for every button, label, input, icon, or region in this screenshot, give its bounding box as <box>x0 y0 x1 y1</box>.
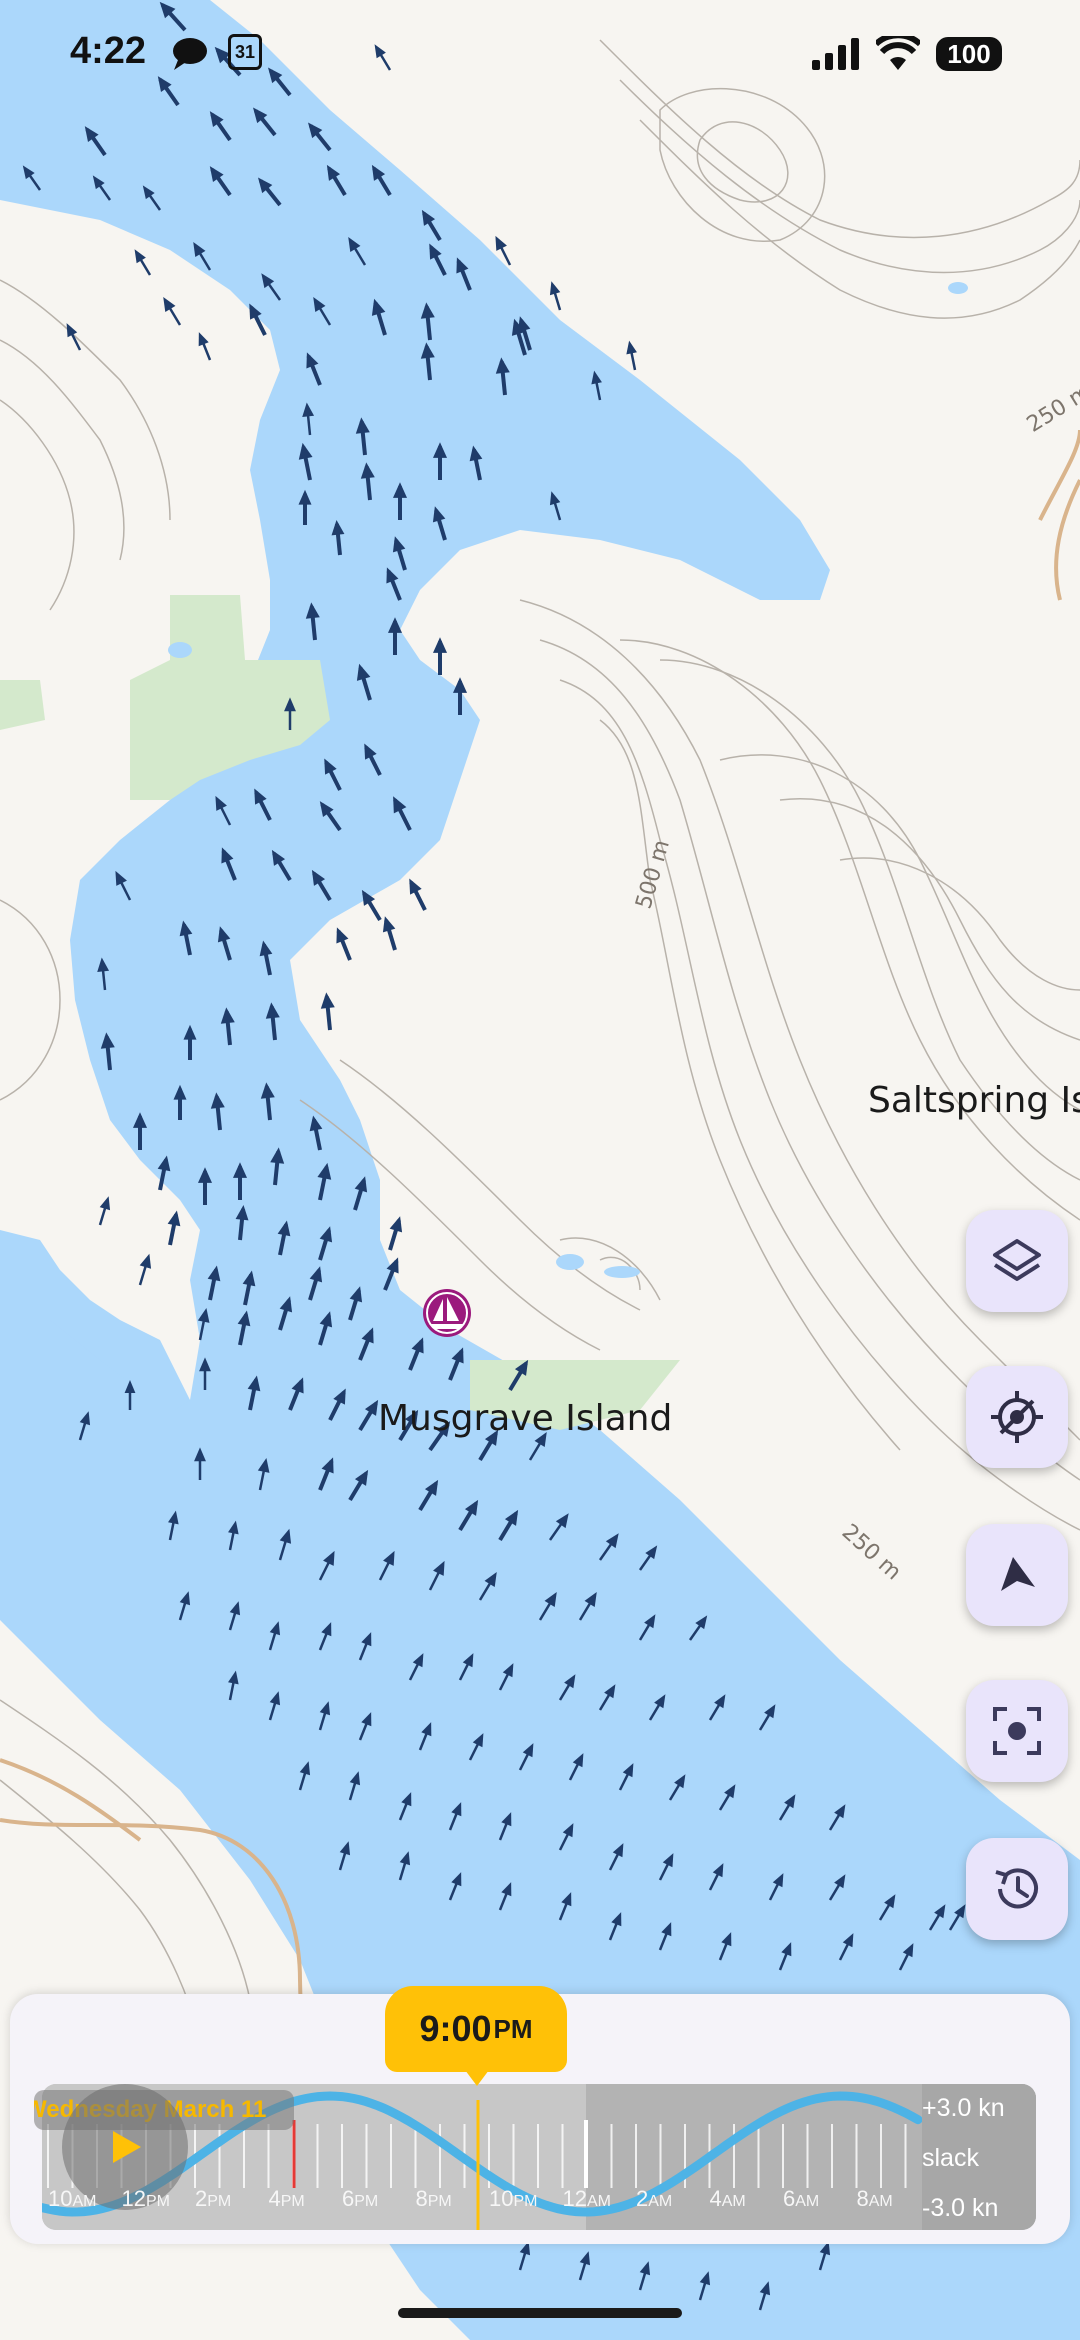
wifi-icon <box>876 36 920 70</box>
time-tick-label: 6AM <box>783 2186 820 2211</box>
time-tick-label: 10AM <box>48 2186 97 2211</box>
layers-button[interactable] <box>966 1210 1068 1312</box>
status-time: 4:22 <box>70 30 147 72</box>
battery-icon: 100 <box>936 37 1002 71</box>
screenshot-button[interactable] <box>966 1680 1068 1782</box>
time-tick-label: 12AM <box>562 2186 611 2211</box>
selected-time-pointer <box>465 2070 489 2086</box>
screenshot-icon <box>993 1707 1041 1755</box>
history-button[interactable] <box>966 1838 1068 1940</box>
scale-slack-label: slack <box>922 2144 979 2172</box>
time-tick-label: 8PM <box>415 2186 452 2211</box>
signal-icon <box>812 38 859 70</box>
label-musgrave-island: Musgrave Island <box>378 1398 673 1439</box>
time-tick-label: 4PM <box>268 2186 305 2211</box>
label-saltspring-island: Saltspring Isla <box>868 1080 1080 1121</box>
time-tick-label: 6PM <box>342 2186 379 2211</box>
time-tick-label: 8AM <box>856 2186 893 2211</box>
time-tick-label: 4AM <box>709 2186 746 2211</box>
home-indicator[interactable] <box>398 2308 682 2318</box>
selected-time: 9:00 <box>419 2008 492 2049</box>
navigation-button[interactable] <box>966 1524 1068 1626</box>
locate-button[interactable] <box>966 1366 1068 1468</box>
selected-time-bubble[interactable]: 9:00 PM <box>385 1986 567 2072</box>
scale-max-label: +3.0 kn <box>922 2094 1005 2122</box>
layers-icon <box>993 1239 1041 1281</box>
locate-icon <box>991 1391 1043 1443</box>
sailboat-marina-icon[interactable] <box>423 1289 471 1337</box>
scale-min-label: -3.0 kn <box>922 2194 999 2222</box>
selected-time-suffix: PM <box>493 2013 533 2044</box>
history-icon <box>995 1868 1038 1909</box>
calendar-icon: 31 <box>228 34 262 70</box>
navigation-arrow-icon <box>1001 1557 1035 1591</box>
play-icon <box>113 2131 141 2163</box>
time-tick-label: 2AM <box>636 2186 673 2211</box>
status-bar: 4:22 31 100 <box>0 0 1080 110</box>
time-tick-label: 2PM <box>195 2186 232 2211</box>
time-tick-label: 12PM <box>121 2186 170 2211</box>
chat-bubble-icon <box>173 38 207 70</box>
time-tick-label: 10PM <box>489 2186 538 2211</box>
